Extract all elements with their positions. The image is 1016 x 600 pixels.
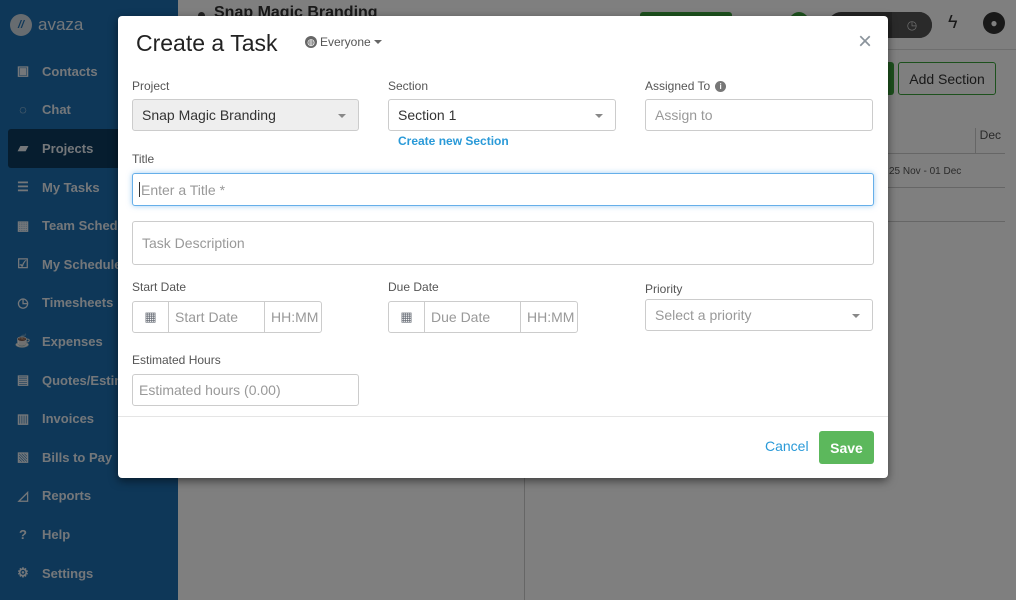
calendar-icon[interactable]: ▦	[389, 302, 425, 332]
save-button[interactable]: Save	[819, 431, 874, 464]
task-description-input[interactable]: Task Description	[132, 221, 874, 265]
assign-to-placeholder: Assign to	[655, 107, 713, 123]
start-time-input[interactable]: HH:MM	[265, 302, 321, 332]
cancel-button[interactable]: Cancel	[765, 438, 809, 454]
title-placeholder: Enter a Title *	[141, 181, 226, 198]
caret-down-icon	[373, 40, 382, 44]
title-label: Title	[132, 152, 155, 166]
create-task-modal: Create a Task ◍ Everyone × Project Snap …	[118, 16, 888, 478]
section-label: Section	[388, 79, 429, 93]
priority-label: Priority	[645, 282, 683, 296]
footer-divider	[118, 416, 888, 417]
start-date-label: Start Date	[132, 280, 187, 294]
title-input[interactable]: Enter a Title *	[132, 173, 874, 206]
text-cursor	[139, 182, 140, 197]
section-value: Section 1	[398, 107, 457, 123]
caret-down-icon	[852, 314, 860, 318]
start-date-input[interactable]: Start Date	[169, 302, 265, 332]
estimated-hours-input[interactable]: Estimated hours (0.00)	[132, 374, 359, 406]
info-icon[interactable]: i	[715, 81, 727, 93]
assigned-label: Assigned To i	[645, 79, 727, 93]
description-placeholder: Task Description	[142, 235, 245, 251]
project-label: Project	[132, 79, 170, 93]
due-date-label: Due Date	[388, 280, 439, 294]
calendar-icon[interactable]: ▦	[133, 302, 169, 332]
globe-icon: ◍	[305, 36, 317, 48]
estimated-hours-placeholder: Estimated hours (0.00)	[139, 382, 281, 398]
estimated-hours-label: Estimated Hours	[132, 353, 221, 367]
due-time-input[interactable]: HH:MM	[521, 302, 577, 332]
assign-to-input[interactable]: Assign to	[645, 99, 873, 131]
project-select[interactable]: Snap Magic Branding	[132, 99, 359, 131]
due-date-group: ▦ Due Date HH:MM	[388, 301, 578, 333]
create-section-link[interactable]: Create new Section	[398, 134, 509, 148]
caret-down-icon	[595, 114, 603, 118]
visibility-value: Everyone	[320, 35, 371, 49]
section-select[interactable]: Section 1	[388, 99, 616, 131]
due-date-input[interactable]: Due Date	[425, 302, 521, 332]
caret-down-icon	[338, 114, 346, 118]
project-value: Snap Magic Branding	[142, 107, 276, 123]
visibility-dropdown[interactable]: ◍ Everyone	[305, 35, 382, 49]
assigned-label-text: Assigned To	[645, 79, 711, 93]
priority-placeholder: Select a priority	[655, 307, 752, 323]
start-date-group: ▦ Start Date HH:MM	[132, 301, 322, 333]
modal-title: Create a Task	[136, 30, 278, 56]
priority-select[interactable]: Select a priority	[645, 299, 873, 331]
close-icon[interactable]: ×	[858, 30, 872, 54]
